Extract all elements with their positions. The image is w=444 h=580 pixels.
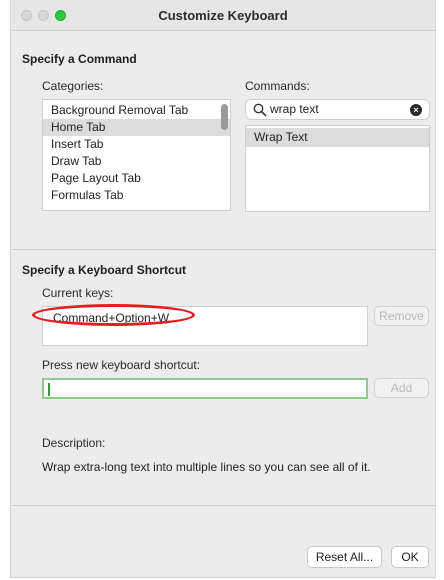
current-keys-list[interactable]: Command+Option+W (42, 306, 368, 346)
command-search-field[interactable]: wrap text × (245, 99, 430, 120)
categories-scrollbar[interactable] (221, 104, 228, 130)
categories-list[interactable]: Background Removal Tab Home Tab Insert T… (42, 99, 231, 211)
category-item[interactable]: Draw Tab (43, 153, 230, 170)
command-section-title: Specify a Command (22, 52, 137, 66)
current-key-item[interactable]: Command+Option+W (53, 311, 169, 325)
current-keys-label: Current keys: (42, 286, 114, 300)
new-shortcut-label: Press new keyboard shortcut: (42, 358, 201, 372)
category-item[interactable]: Page Layout Tab (43, 170, 230, 187)
search-input[interactable]: wrap text (270, 102, 319, 116)
remove-button[interactable]: Remove (374, 306, 429, 326)
commands-list[interactable]: Wrap Text (245, 125, 430, 212)
category-item[interactable]: Insert Tab (43, 136, 230, 153)
ok-button[interactable]: OK (391, 546, 429, 568)
commands-label: Commands: (245, 79, 310, 93)
customize-keyboard-window: Customize Keyboard Specify a Command Cat… (10, 0, 436, 578)
footer-divider (11, 505, 435, 506)
new-shortcut-field[interactable] (42, 378, 368, 399)
window-title: Customize Keyboard (158, 8, 288, 23)
categories-label: Categories: (42, 79, 104, 93)
reset-all-button[interactable]: Reset All... (307, 546, 382, 568)
category-item[interactable]: Background Removal Tab (43, 102, 230, 119)
clear-search-icon[interactable]: × (410, 104, 422, 116)
category-item-selected[interactable]: Home Tab (43, 119, 230, 136)
add-button[interactable]: Add (374, 378, 429, 398)
title-bar: Customize Keyboard (11, 0, 435, 31)
command-item-selected[interactable]: Wrap Text (246, 128, 429, 147)
text-caret (48, 383, 50, 396)
shortcut-section-title: Specify a Keyboard Shortcut (22, 263, 187, 277)
search-icon (253, 103, 267, 117)
section-divider (11, 249, 435, 250)
description-label: Description: (42, 436, 106, 450)
description-text: Wrap extra-long text into multiple lines… (42, 460, 371, 474)
category-item[interactable]: Formulas Tab (43, 187, 230, 204)
